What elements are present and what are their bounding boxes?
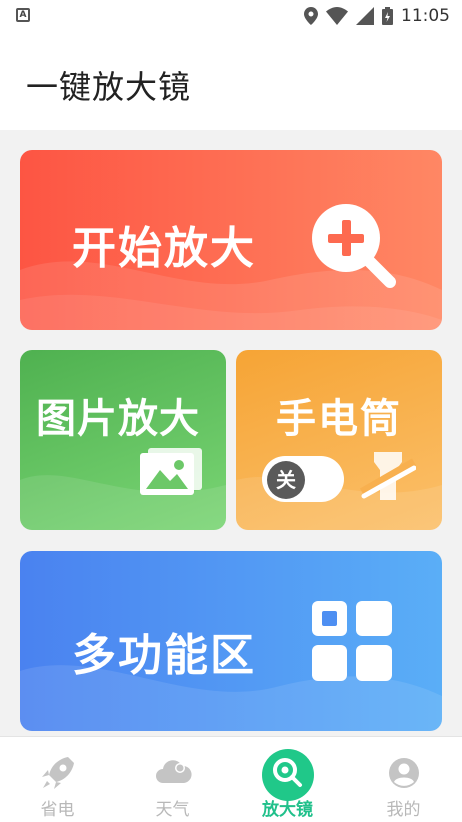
flashlight-label: 手电筒 — [276, 396, 402, 442]
grid-icon — [312, 601, 392, 681]
wifi-icon — [326, 7, 348, 25]
rocket-icon — [42, 757, 74, 789]
status-bar: A 11:05 — [0, 0, 462, 32]
multi-function-card[interactable]: 多功能区 — [20, 551, 442, 731]
page-title: 一键放大镜 — [26, 68, 192, 106]
user-icon — [389, 758, 419, 788]
zoom-in-icon — [312, 204, 396, 288]
nav-item-magnifier[interactable]: 放大镜 — [230, 737, 345, 822]
multi-function-label: 多功能区 — [72, 630, 256, 681]
image-icon — [140, 448, 202, 495]
status-icons: 11:05 — [304, 6, 450, 26]
main-content: 开始放大 图片放大 手电筒 关 多功能区 — [0, 130, 462, 736]
nav-label: 天气 — [155, 800, 190, 820]
flashlight-toggle[interactable]: 关 — [262, 456, 344, 502]
app-notification-icon: A — [16, 8, 30, 22]
flashlight-toggle-state: 关 — [267, 461, 305, 499]
flashlight-off-icon — [360, 452, 416, 500]
photo-magnify-label: 图片放大 — [36, 396, 200, 442]
cloud-icon — [156, 760, 192, 783]
battery-icon — [382, 7, 393, 25]
nav-item-power-saving[interactable]: 省电 — [0, 737, 115, 822]
bottom-nav: 省电 天气 放大镜 我的 — [0, 736, 462, 822]
location-icon — [304, 7, 318, 25]
app-header: 一键放大镜 — [0, 32, 462, 130]
nav-label: 省电 — [40, 800, 75, 820]
photo-magnify-card[interactable]: 图片放大 — [20, 350, 226, 530]
signal-icon — [356, 7, 374, 25]
nav-item-profile[interactable]: 我的 — [346, 737, 461, 822]
magnifier-icon — [273, 758, 302, 787]
nav-item-weather[interactable]: 天气 — [115, 737, 230, 822]
start-magnify-card[interactable]: 开始放大 — [20, 150, 442, 330]
flashlight-card[interactable]: 手电筒 关 — [236, 350, 442, 530]
nav-label: 我的 — [386, 800, 421, 820]
status-time: 11:05 — [401, 6, 450, 26]
start-magnify-label: 开始放大 — [72, 223, 256, 274]
nav-label: 放大镜 — [262, 800, 313, 820]
